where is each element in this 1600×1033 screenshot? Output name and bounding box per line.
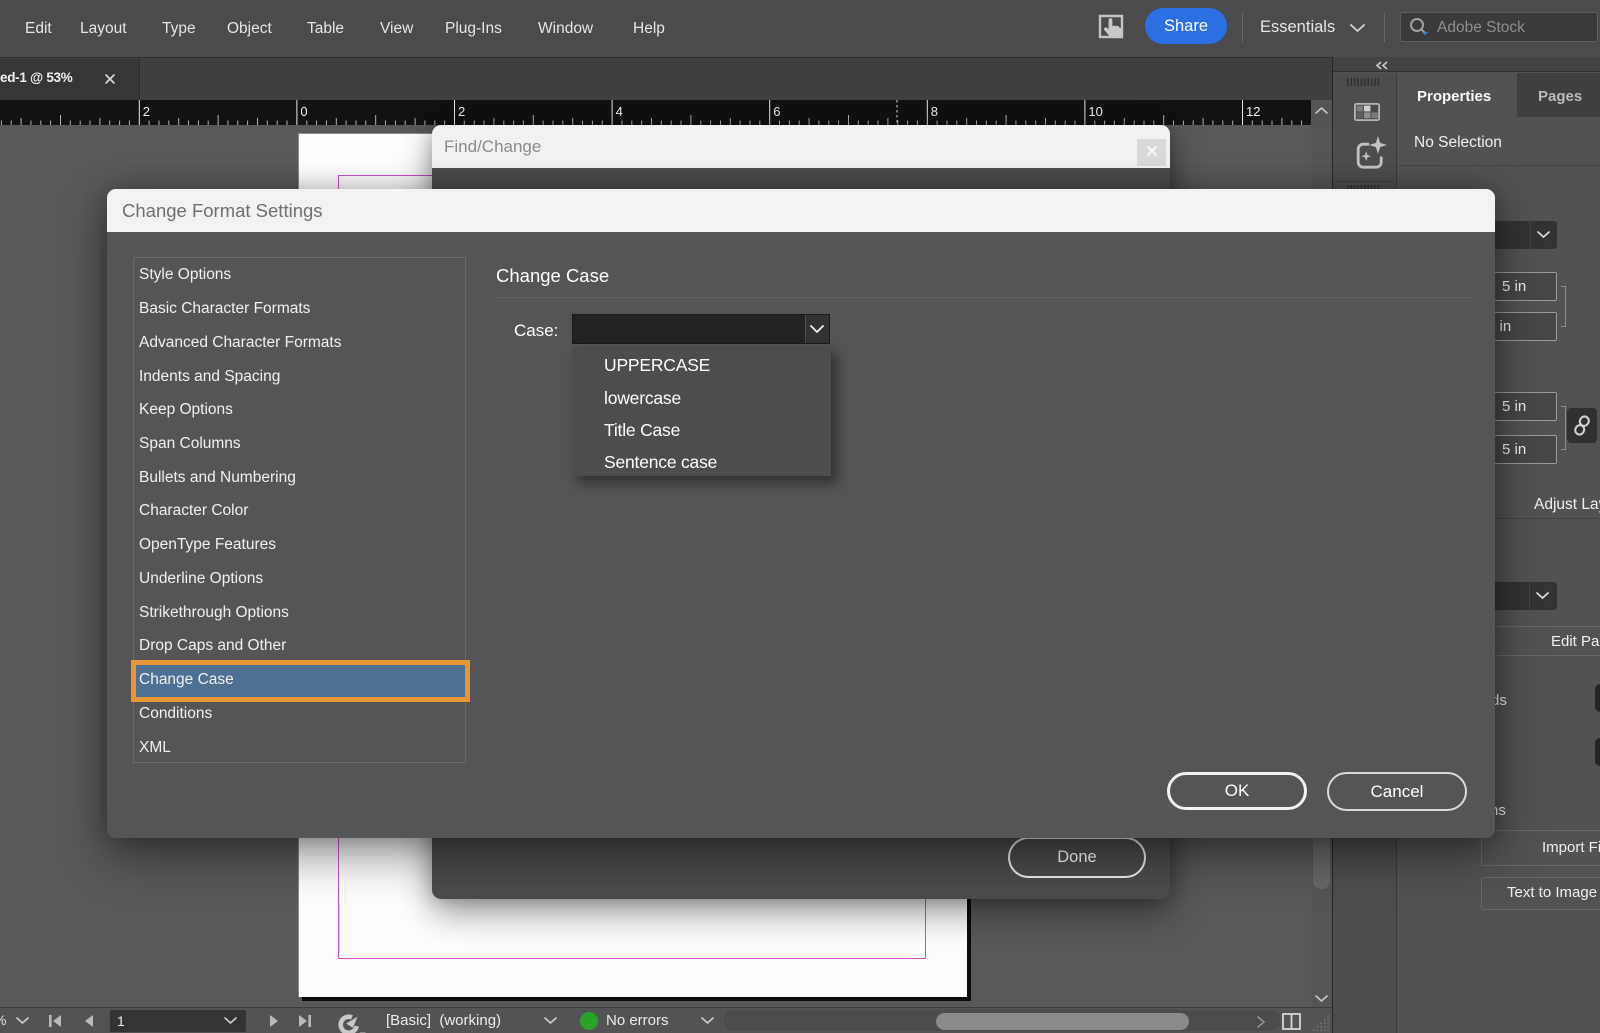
svg-text:2: 2 bbox=[143, 104, 150, 119]
svg-text:4: 4 bbox=[616, 104, 623, 119]
svg-text:12: 12 bbox=[1246, 104, 1260, 119]
svg-text:10: 10 bbox=[1088, 104, 1102, 119]
svg-text:0: 0 bbox=[300, 104, 307, 119]
svg-text:6: 6 bbox=[773, 104, 780, 119]
svg-text:2: 2 bbox=[458, 104, 465, 119]
svg-text:8: 8 bbox=[931, 104, 938, 119]
